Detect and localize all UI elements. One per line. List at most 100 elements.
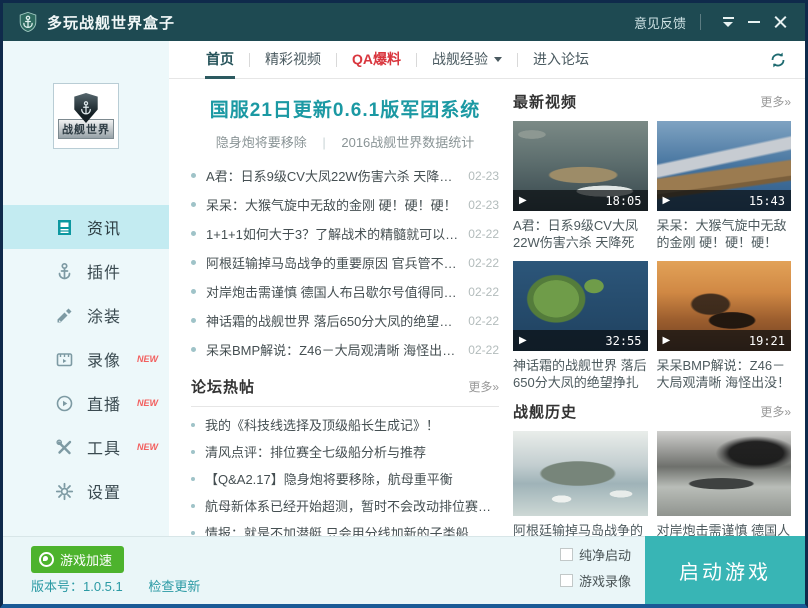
game-logo: 战舰世界 [53, 83, 119, 149]
video-title: 呆呆BMP解说：Z46－大局观清晰 海怪出没！ [657, 357, 792, 391]
tab-home[interactable]: 首页 [191, 41, 249, 79]
titlebar-divider [700, 14, 701, 30]
bullet-icon [191, 423, 195, 427]
sub-headline-link[interactable]: 2016战舰世界数据统计 [341, 135, 474, 150]
sidebar-item-skins[interactable]: 涂装 [3, 293, 169, 337]
sub-headlines: 隐身炮将要移除 | 2016战舰世界数据统计 [191, 132, 499, 151]
bullet-icon [191, 318, 196, 323]
forum-item[interactable]: 航母新体系已经开始超测，暂时不会改动排位赛舰船等 [191, 492, 499, 519]
video-thumbnail: ▶ 18:05 [513, 121, 648, 211]
news-panel: 国服21日更新0.6.1版军团系统 隐身炮将要移除 | 2016战舰世界数据统计… [169, 79, 513, 536]
video-card[interactable]: ▶ 18:05 A君：日系9级CV大凤22W伤害六杀 天降死神！ [513, 121, 648, 251]
sub-headline-separator: | [322, 135, 325, 150]
checkbox-unchecked[interactable] [560, 574, 573, 587]
sidebar-item-news[interactable]: 资讯 [3, 205, 169, 249]
history-section-header: 战舰历史 更多» [513, 401, 791, 422]
sub-headline-link[interactable]: 隐身炮将要移除 [216, 135, 307, 150]
history-grid: 阿根廷输掉马岛战争的重要原因 官兵管不住嘴 对岸炮击需谨慎 德国人布吕歇尔号值得… [513, 431, 791, 536]
sidebar-item-plugins[interactable]: 插件 [3, 249, 169, 293]
news-date: 02-23 [460, 169, 499, 183]
new-badge: NEW [137, 442, 158, 452]
bullet-icon [191, 173, 196, 178]
checkbox-unchecked[interactable] [560, 548, 573, 561]
chevron-down-icon [723, 17, 734, 27]
sidebar-item-tools[interactable]: 工具 NEW [3, 425, 169, 469]
sidebar-item-label: 插件 [87, 259, 121, 283]
forum-item[interactable]: 【Q&A2.17】隐身炮将要移除，航母重平衡 [191, 465, 499, 492]
news-item[interactable]: 1+1+1如何大于3？了解战术的精髓就可以实现 02-22 [191, 219, 499, 248]
new-badge: NEW [137, 398, 158, 408]
video-title: A君：日系9级CV大凤22W伤害六杀 天降死神！ [513, 217, 648, 251]
close-button[interactable] [767, 10, 793, 34]
refresh-icon[interactable] [767, 49, 789, 71]
app-title: 多玩战舰世界盒子 [47, 12, 175, 33]
history-card[interactable]: 阿根廷输掉马岛战争的重要原因 官兵管不住嘴 [513, 431, 648, 536]
video-thumbnail: ▶ 19:21 [657, 261, 792, 351]
sidebar-item-settings[interactable]: 设置 [3, 469, 169, 513]
news-date: 02-22 [460, 227, 499, 241]
tab-qa-news[interactable]: QA爆料 [337, 41, 416, 79]
tab-videos[interactable]: 精彩视频 [250, 41, 336, 79]
news-date: 02-22 [460, 256, 499, 270]
video-recorder-icon [55, 350, 74, 369]
feedback-link[interactable]: 意见反馈 [634, 13, 686, 32]
check-update-link[interactable]: 检查更新 [148, 579, 200, 594]
bullet-icon [191, 202, 196, 207]
news-date: 02-22 [460, 343, 499, 357]
bottom-bar: 游戏加速 版本号：1.0.5.1 检查更新 纯净启动 游戏录像 启动游戏 [3, 536, 805, 604]
headline-link[interactable]: 国服21日更新0.6.1版军团系统 [191, 95, 499, 122]
bullet-icon [191, 231, 196, 236]
news-date: 02-22 [460, 285, 499, 299]
news-item[interactable]: 对岸炮击需谨慎 德国人布吕歇尔号值得同情！ 02-22 [191, 277, 499, 306]
video-card[interactable]: ▶ 15:43 呆呆：大猴气旋中无敌的金刚 硬！硬！硬！ [657, 121, 792, 251]
tab-experience[interactable]: 战舰经验 [417, 41, 517, 79]
play-icon: ▶ [519, 195, 527, 206]
new-badge: NEW [137, 354, 158, 364]
video-card[interactable]: ▶ 32:55 神话霜的战舰世界 落后650分大凤的绝望挣扎 [513, 261, 648, 391]
minimize-icon [748, 21, 760, 23]
forum-more-link[interactable]: 更多» [468, 378, 499, 395]
game-speedup-button[interactable]: 游戏加速 [31, 546, 124, 573]
video-title: 神话霜的战舰世界 落后650分大凤的绝望挣扎 [513, 357, 648, 391]
news-item[interactable]: 呆呆BMP解说：Z46－大局观清晰 海怪出没！ 02-22 [191, 335, 499, 364]
sidebar-item-replays[interactable]: 录像 NEW [3, 337, 169, 381]
history-card[interactable]: 对岸炮击需谨慎 德国人布吕歇尔号值得同情！ [657, 431, 792, 536]
play-circle-icon [55, 394, 74, 413]
history-more-link[interactable]: 更多» [760, 403, 791, 420]
forum-item[interactable]: 情报：就是不加潜艇 只会用分线加新的子类船 [191, 519, 499, 536]
video-card[interactable]: ▶ 19:21 呆呆BMP解说：Z46－大局观清晰 海怪出没！ [657, 261, 792, 391]
divider [191, 406, 499, 407]
tabbar: 首页 精彩视频 QA爆料 战舰经验 进入论坛 [169, 41, 805, 79]
video-duration: 32:55 [605, 334, 641, 348]
dropdown-menu-button[interactable] [715, 10, 741, 34]
play-icon: ▶ [663, 195, 671, 206]
bullet-icon [191, 260, 196, 265]
bullet-icon [191, 531, 195, 535]
news-item[interactable]: A君：日系9级CV大凤22W伤害六杀 天降死神！ 02-23 [191, 161, 499, 190]
forum-item[interactable]: 清风点评：排位赛全七级船分析与推荐 [191, 438, 499, 465]
sidebar-item-label: 资讯 [87, 215, 121, 239]
sidebar-item-label: 设置 [87, 479, 121, 503]
video-title: 呆呆：大猴气旋中无敌的金刚 硬！硬！硬！ [657, 217, 792, 251]
media-panel: 最新视频 更多» ▶ 18:05 A君：日系9级CV大凤22W伤害六杀 天降死 [513, 79, 805, 536]
videos-more-link[interactable]: 更多» [760, 93, 791, 110]
game-recording-option[interactable]: 游戏录像 [560, 571, 631, 590]
minimize-button[interactable] [741, 10, 767, 34]
launch-game-button[interactable]: 启动游戏 [645, 536, 805, 604]
forum-item[interactable]: 我的《科技线选择及顶级船长生成记》！ [191, 411, 499, 438]
close-icon [774, 16, 787, 29]
tools-icon [55, 438, 74, 457]
caret-down-icon [494, 57, 502, 62]
news-date: 02-22 [460, 314, 499, 328]
tab-forum[interactable]: 进入论坛 [518, 41, 604, 79]
news-item[interactable]: 神话霜的战舰世界 落后650分大凤的绝望挣扎 02-22 [191, 306, 499, 335]
sidebar-item-label: 录像 [87, 347, 121, 371]
video-overlay: ▶ 32:55 [513, 330, 648, 351]
forum-list: 我的《科技线选择及顶级船长生成记》！ 清风点评：排位赛全七级船分析与推荐 【Q&… [191, 411, 499, 536]
clean-launch-option[interactable]: 纯净启动 [560, 545, 631, 564]
bullet-icon [191, 477, 195, 481]
launch-options: 纯净启动 游戏录像 [560, 545, 631, 590]
news-item[interactable]: 阿根廷输掉马岛战争的重要原因 官兵管不住嘴 02-22 [191, 248, 499, 277]
news-item[interactable]: 呆呆：大猴气旋中无敌的金刚 硬！硬！硬！ 02-23 [191, 190, 499, 219]
sidebar-item-livestream[interactable]: 直播 NEW [3, 381, 169, 425]
